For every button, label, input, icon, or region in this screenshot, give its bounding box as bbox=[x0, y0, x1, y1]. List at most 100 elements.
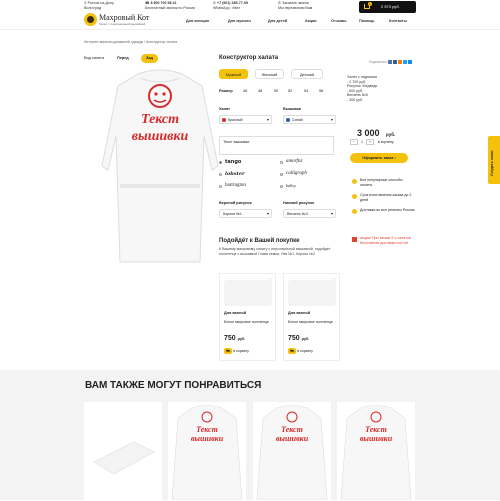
product-card[interactable]: ♡ Для ванной Белое махровое полотенце 75… bbox=[219, 273, 276, 361]
gift-icon bbox=[352, 237, 357, 242]
embroidery-color-select[interactable]: Синий ▾ bbox=[283, 115, 336, 124]
robe-color-select[interactable]: Красный ▾ bbox=[219, 115, 272, 124]
svg-text:Текст: Текст bbox=[196, 425, 218, 434]
font-option-calligraph[interactable]: calligraph bbox=[286, 171, 307, 176]
suggest-description: К Вашему махровому халату с персональной… bbox=[219, 247, 331, 256]
chevron-down-icon: ▾ bbox=[330, 211, 333, 216]
plus-button[interactable]: + bbox=[365, 139, 375, 145]
product-card[interactable]: ♡ Для ванной Белое махровое полотенце 75… bbox=[283, 273, 340, 361]
callback-link[interactable]: ✆ Заказать звонок Мы перезвоним Вам bbox=[278, 1, 312, 10]
gender-kids-tab[interactable]: Детский bbox=[291, 69, 323, 79]
minus-button[interactable]: − bbox=[350, 139, 359, 145]
mailru-icon[interactable] bbox=[408, 60, 412, 64]
view-front-tab[interactable]: Перед bbox=[112, 54, 134, 63]
towel-image bbox=[224, 280, 272, 306]
nav-men[interactable]: Для мужчин bbox=[228, 19, 251, 23]
font-option-balloy[interactable]: balloy bbox=[286, 183, 296, 188]
twitter-icon[interactable] bbox=[403, 60, 407, 64]
heart-icon[interactable]: ♡ bbox=[332, 277, 336, 282]
font-option-tango[interactable]: tango bbox=[225, 159, 241, 165]
share-label: Поделиться bbox=[369, 60, 387, 64]
related-product-card[interactable]: Текст вышивки bbox=[337, 402, 415, 501]
total-currency: руб. bbox=[386, 132, 396, 137]
embroidery-text-input[interactable]: Текст вышивки bbox=[219, 136, 334, 155]
city-selector[interactable]: ⚲ Ростов-на-Дону Волгоград bbox=[84, 1, 114, 10]
robe-text-line1: Текст bbox=[141, 112, 179, 127]
robe-image: Текст вышивки bbox=[256, 405, 328, 501]
cart-count: 1 bbox=[368, 2, 372, 6]
top-pattern-select[interactable]: Корона №1 ▾ bbox=[219, 209, 272, 218]
promo-text: Акция! При заказе 2-х халатов бесплатная… bbox=[352, 236, 415, 245]
nav-sale[interactable]: Акции bbox=[305, 19, 317, 23]
logo-icon[interactable] bbox=[84, 13, 97, 26]
create-robe-tab[interactable]: Создать халат bbox=[488, 136, 500, 184]
font-radio[interactable] bbox=[280, 185, 283, 188]
heart-icon[interactable]: ♡ bbox=[268, 277, 272, 282]
font-option-amorfnz[interactable]: amorfnz bbox=[286, 159, 302, 164]
robe-image: Текст вышивки bbox=[340, 405, 412, 501]
phone-free[interactable]: ☎ 8 800 700 98 41 Бесплатный звонок по Ро… bbox=[145, 1, 195, 10]
vk-icon[interactable] bbox=[388, 60, 392, 64]
constructor-title: Конструктор халата bbox=[219, 55, 279, 61]
price-breakdown: Халат с надписью - 2 700 руб. Рисунок: Мед… bbox=[347, 75, 378, 102]
add-to-cart-button[interactable]: ⛟ в корзину bbox=[224, 348, 249, 354]
size-option[interactable]: 52 bbox=[288, 89, 292, 93]
card-title: Для ванной bbox=[224, 311, 247, 315]
card-description: Белое махровое полотенце bbox=[224, 320, 269, 324]
svg-text:Текст: Текст bbox=[365, 425, 387, 434]
nav-reviews[interactable]: Отзывы bbox=[331, 19, 347, 23]
nav-help[interactable]: Помощь bbox=[359, 19, 375, 23]
size-option[interactable]: 46 bbox=[243, 89, 247, 93]
font-radio[interactable] bbox=[219, 185, 222, 188]
color-swatch bbox=[222, 118, 226, 122]
checkout-button[interactable]: Оформить заказ › bbox=[350, 153, 408, 163]
font-radio[interactable] bbox=[219, 173, 222, 176]
cart-sum: 2 573 руб. bbox=[381, 4, 400, 9]
related-product-card[interactable] bbox=[84, 402, 162, 500]
share-buttons[interactable] bbox=[388, 60, 412, 64]
embroidery-color-label: Вышивка bbox=[283, 107, 301, 111]
quantity-stepper[interactable]: − 1 + в корзину bbox=[350, 139, 394, 145]
gender-male-tab[interactable]: Мужской bbox=[219, 69, 248, 79]
cart-button[interactable]: 1 2 573 руб. bbox=[359, 1, 416, 13]
card-price: 750 руб. bbox=[224, 335, 246, 342]
view-back-tab[interactable]: Зад bbox=[141, 54, 158, 63]
feature-delivery: Доставка во все регионы России bbox=[352, 208, 415, 214]
related-product-card[interactable]: Текст вышивки bbox=[168, 402, 246, 501]
chevron-down-icon: ▾ bbox=[266, 117, 269, 122]
phone-whatsapp[interactable]: ✆ +7 (961) 285-77-99 WhatsApp, Viber bbox=[213, 1, 248, 10]
add-to-cart-button[interactable]: ⛟ в корзину bbox=[288, 348, 313, 354]
size-option[interactable]: 54 bbox=[304, 89, 308, 93]
nav-kids[interactable]: Для детей bbox=[268, 19, 287, 23]
gender-female-tab[interactable]: Женский bbox=[255, 69, 284, 79]
font-option-lobster[interactable]: lobster bbox=[225, 171, 245, 177]
size-option[interactable]: 50 bbox=[274, 89, 278, 93]
towel-image bbox=[288, 280, 336, 306]
font-radio[interactable] bbox=[219, 161, 222, 164]
font-option-barrington[interactable]: barrington bbox=[225, 183, 246, 188]
related-product-card[interactable]: Текст вышивки bbox=[253, 402, 331, 501]
color-swatch bbox=[286, 118, 290, 122]
card-title: Для ванной bbox=[288, 311, 311, 315]
bottom-pattern-select[interactable]: Вензель №4 ▾ bbox=[283, 209, 336, 218]
facebook-icon[interactable] bbox=[393, 60, 397, 64]
payment-icon bbox=[352, 179, 357, 184]
size-option[interactable]: 48 bbox=[258, 89, 262, 93]
brand-tagline: Халат с персональной вышивкой bbox=[99, 22, 146, 26]
brand-name[interactable]: Махровый Кот bbox=[99, 13, 149, 22]
robe-text-line2: вышивки bbox=[132, 129, 189, 144]
size-option[interactable]: 56 bbox=[319, 89, 323, 93]
svg-text:вышивки: вышивки bbox=[191, 434, 224, 443]
top-bar: ⚲ Ростов-на-Дону Волгоград ☎ 8 800 700 98… bbox=[0, 0, 500, 30]
font-radio[interactable] bbox=[280, 161, 283, 164]
card-description: Белое махровое полотенце bbox=[288, 320, 333, 324]
feature-payment: Все популярные способы оплаты bbox=[352, 178, 415, 187]
nav-contacts[interactable]: Контакты bbox=[389, 19, 407, 23]
odnoklassniki-icon[interactable] bbox=[398, 60, 402, 64]
svg-text:вышивки: вышивки bbox=[276, 434, 309, 443]
breadcrumb[interactable]: Интернет-магазин домашней одежды / Конст… bbox=[84, 40, 177, 44]
arrow-right-icon: › bbox=[394, 156, 396, 160]
nav-women[interactable]: Для женщин bbox=[186, 19, 209, 23]
font-radio[interactable] bbox=[280, 173, 283, 176]
svg-text:Текст: Текст bbox=[281, 425, 303, 434]
